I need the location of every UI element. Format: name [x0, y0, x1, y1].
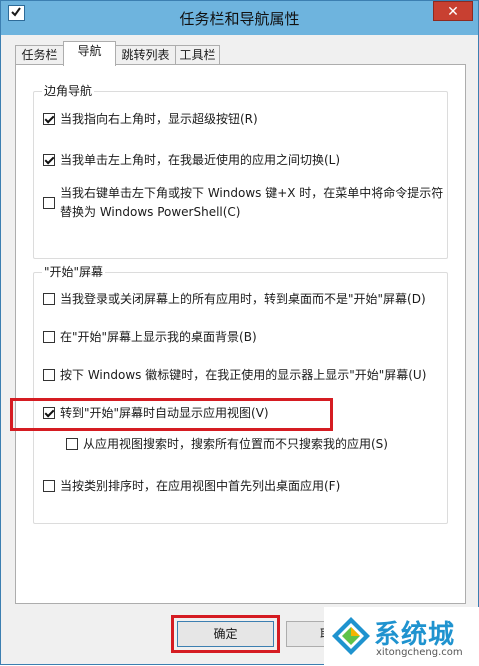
option-label: 按下 Windows 徽标键时，在我正使用的显示器上显示"开始"屏幕(U) — [60, 368, 427, 382]
window-title: 任务栏和导航属性 — [179, 10, 300, 28]
annotation-highlight-apps-view — [10, 398, 333, 431]
option-label-line2: 替换为 Windows PowerShell(C) — [60, 205, 241, 219]
tab-taskbar[interactable]: 任务栏 — [15, 45, 64, 65]
tab-toolbars[interactable]: 工具栏 — [175, 45, 220, 65]
title-bar[interactable]: 任务栏和导航属性 ✕ — [1, 1, 478, 35]
checkbox[interactable] — [43, 293, 55, 305]
checkbox[interactable] — [43, 154, 55, 166]
corner-navigation-label: 边角导航 — [42, 83, 95, 99]
navigation-tab-panel: 边角导航 当我指向右上角时，显示超级按钮(R) 当我单击左上角时，在我最近使用的… — [15, 64, 466, 604]
checkbox[interactable] — [43, 369, 55, 381]
checkbox[interactable] — [43, 113, 55, 125]
checkbox[interactable] — [43, 331, 55, 343]
option-label: 当我指向右上角时，显示超级按钮(R) — [60, 112, 258, 126]
option-label-line1: 当我右键单击左下角或按下 Windows 键+X 时，在菜单中将命令提示符 — [60, 186, 444, 200]
checkbox[interactable] — [66, 438, 78, 450]
option-label: 从应用视图搜索时，搜索所有位置而不只搜索我的应用(S) — [83, 437, 388, 451]
annotation-highlight-ok — [171, 615, 280, 653]
option-label: 当我登录或关闭屏幕上的所有应用时，转到桌面而不是"开始"屏幕(D) — [60, 292, 426, 306]
option-label: 在"开始"屏幕上显示我的桌面背景(B) — [60, 330, 257, 344]
close-button[interactable]: ✕ — [433, 1, 473, 21]
watermark-text: 系统城 — [374, 620, 456, 650]
properties-dialog: 任务栏和导航属性 ✕ 任务栏 导航 跳转列表 工具栏 边角导航 当我指向右上角时… — [0, 0, 479, 666]
windows-logo-icon — [332, 617, 370, 655]
option-label: 当按类别排序时，在应用视图中首先列出桌面应用(F) — [60, 479, 341, 493]
checkbox[interactable] — [43, 480, 55, 492]
checkbox[interactable] — [43, 197, 55, 209]
tab-navigation[interactable]: 导航 — [63, 41, 116, 66]
start-screen-label: "开始"屏幕 — [42, 264, 106, 280]
option-label: 当我单击左上角时，在我最近使用的应用之间切换(L) — [60, 153, 341, 167]
corner-navigation-group: 边角导航 当我指向右上角时，显示超级按钮(R) 当我单击左上角时，在我最近使用的… — [33, 83, 448, 259]
close-icon: ✕ — [447, 4, 459, 20]
watermark: 系统城 xitongcheng.com — [324, 607, 479, 666]
tab-jump-lists[interactable]: 跳转列表 — [115, 45, 176, 65]
watermark-url: xitongcheng.com — [376, 647, 463, 658]
